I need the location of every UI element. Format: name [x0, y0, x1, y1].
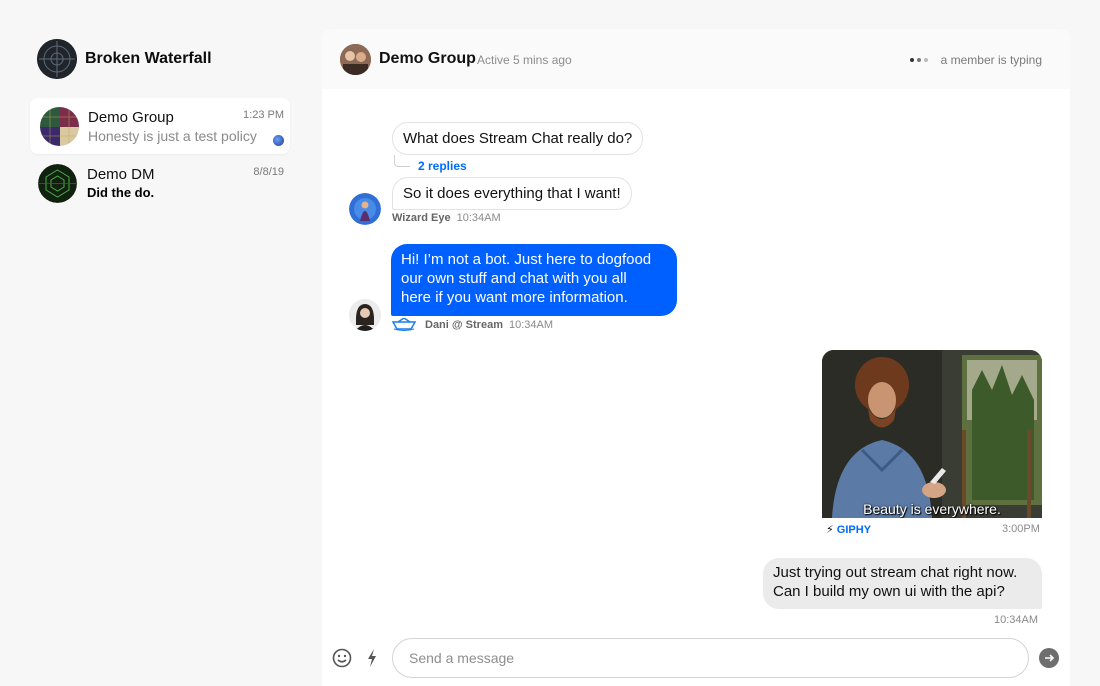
- send-button[interactable]: [1039, 648, 1059, 668]
- message-line: Can I build my own ui with the api?: [773, 583, 1005, 600]
- channel-item-demo-group[interactable]: Demo Group Honesty is just a test policy…: [30, 98, 290, 154]
- message-time: 10:34AM: [508, 318, 554, 331]
- channel-time: 1:23 PM: [243, 109, 284, 121]
- channel-preview: Did the do.: [87, 185, 155, 200]
- send-arrow-icon: [1045, 654, 1055, 662]
- app-window: Broken Waterfall Demo Group Honesty is j…: [0, 0, 1100, 686]
- thread-connector: [394, 155, 410, 167]
- user-name: Broken Waterfall: [85, 50, 212, 67]
- lightning-bolt-icon[interactable]: [366, 648, 378, 668]
- channel-item-demo-dm[interactable]: Demo DM Did the do. 8/8/19: [28, 155, 288, 211]
- channel-status: Active 5 mins ago: [477, 53, 572, 67]
- message-meta: Wizard Eye 10:34AM: [392, 212, 501, 224]
- message-line: Just trying out stream chat right now.: [773, 564, 1018, 581]
- message-time: 3:00PM: [1002, 523, 1040, 535]
- message-meta: Dani @ Stream 10:34AM: [392, 318, 553, 331]
- user-avatar: [37, 39, 77, 79]
- channel-name: Demo Group: [88, 109, 174, 126]
- typing-dots-icon: [909, 58, 931, 62]
- gif-image: [822, 350, 1042, 518]
- channel-time: 8/8/19: [253, 166, 284, 178]
- message-composer: [322, 627, 1070, 686]
- giphy-attachment[interactable]: Beauty is everywhere.: [822, 350, 1042, 518]
- gif-caption: Beauty is everywhere.: [863, 501, 1001, 517]
- chat-panel: Demo Group Active 5 mins ago a member is…: [322, 29, 1070, 686]
- message-bubble[interactable]: What does Stream Chat really do?: [392, 122, 644, 155]
- message-line: Hi! I’m not a bot. Just here to dogfood: [401, 251, 652, 268]
- channel-preview: Honesty is just a test policy: [88, 128, 257, 144]
- message-line: our own stuff and chat with you all: [401, 270, 627, 287]
- message-line: here if you want more information.: [401, 289, 628, 306]
- channel-header: Demo Group Active 5 mins ago a member is…: [322, 29, 1070, 89]
- message-bubble-highlighted[interactable]: Hi! I’m not a bot. Just here to dogfood …: [391, 244, 677, 316]
- message-bubble[interactable]: Just trying out stream chat right now. C…: [763, 558, 1042, 609]
- author-name: Dani @ Stream: [425, 318, 503, 331]
- thread-replies-link[interactable]: 2 replies: [418, 159, 467, 173]
- message-bubble[interactable]: So it does everything that I want!: [392, 177, 632, 210]
- read-receipt-avatar: [273, 135, 284, 146]
- dani-avatar[interactable]: [349, 299, 381, 331]
- message-input[interactable]: [392, 638, 1029, 678]
- wizard-eye-avatar[interactable]: [349, 193, 381, 225]
- typing-indicator: a member is typing: [909, 53, 1042, 67]
- author-name: Wizard Eye: [392, 212, 451, 224]
- channel-avatar: [40, 107, 79, 146]
- channel-title: Demo Group: [379, 50, 476, 67]
- message-time: 10:34AM: [456, 212, 501, 224]
- crosshair-avatar-icon: [37, 39, 77, 79]
- giphy-label: ⚡︎ GIPHY: [826, 523, 871, 536]
- lightning-bolt-icon: ⚡︎: [826, 524, 834, 536]
- user-header[interactable]: Broken Waterfall: [37, 39, 212, 79]
- smiley-icon[interactable]: [332, 648, 352, 668]
- giphy-text: GIPHY: [836, 524, 872, 536]
- channel-avatar: [38, 164, 77, 203]
- channel-header-avatar: [340, 44, 371, 75]
- sidebar: Broken Waterfall Demo Group Honesty is j…: [0, 0, 322, 686]
- stream-boat-icon: [392, 318, 416, 331]
- typing-text: a member is typing: [940, 53, 1042, 67]
- message-time: 10:34AM: [994, 614, 1039, 626]
- channel-name: Demo DM: [87, 166, 155, 183]
